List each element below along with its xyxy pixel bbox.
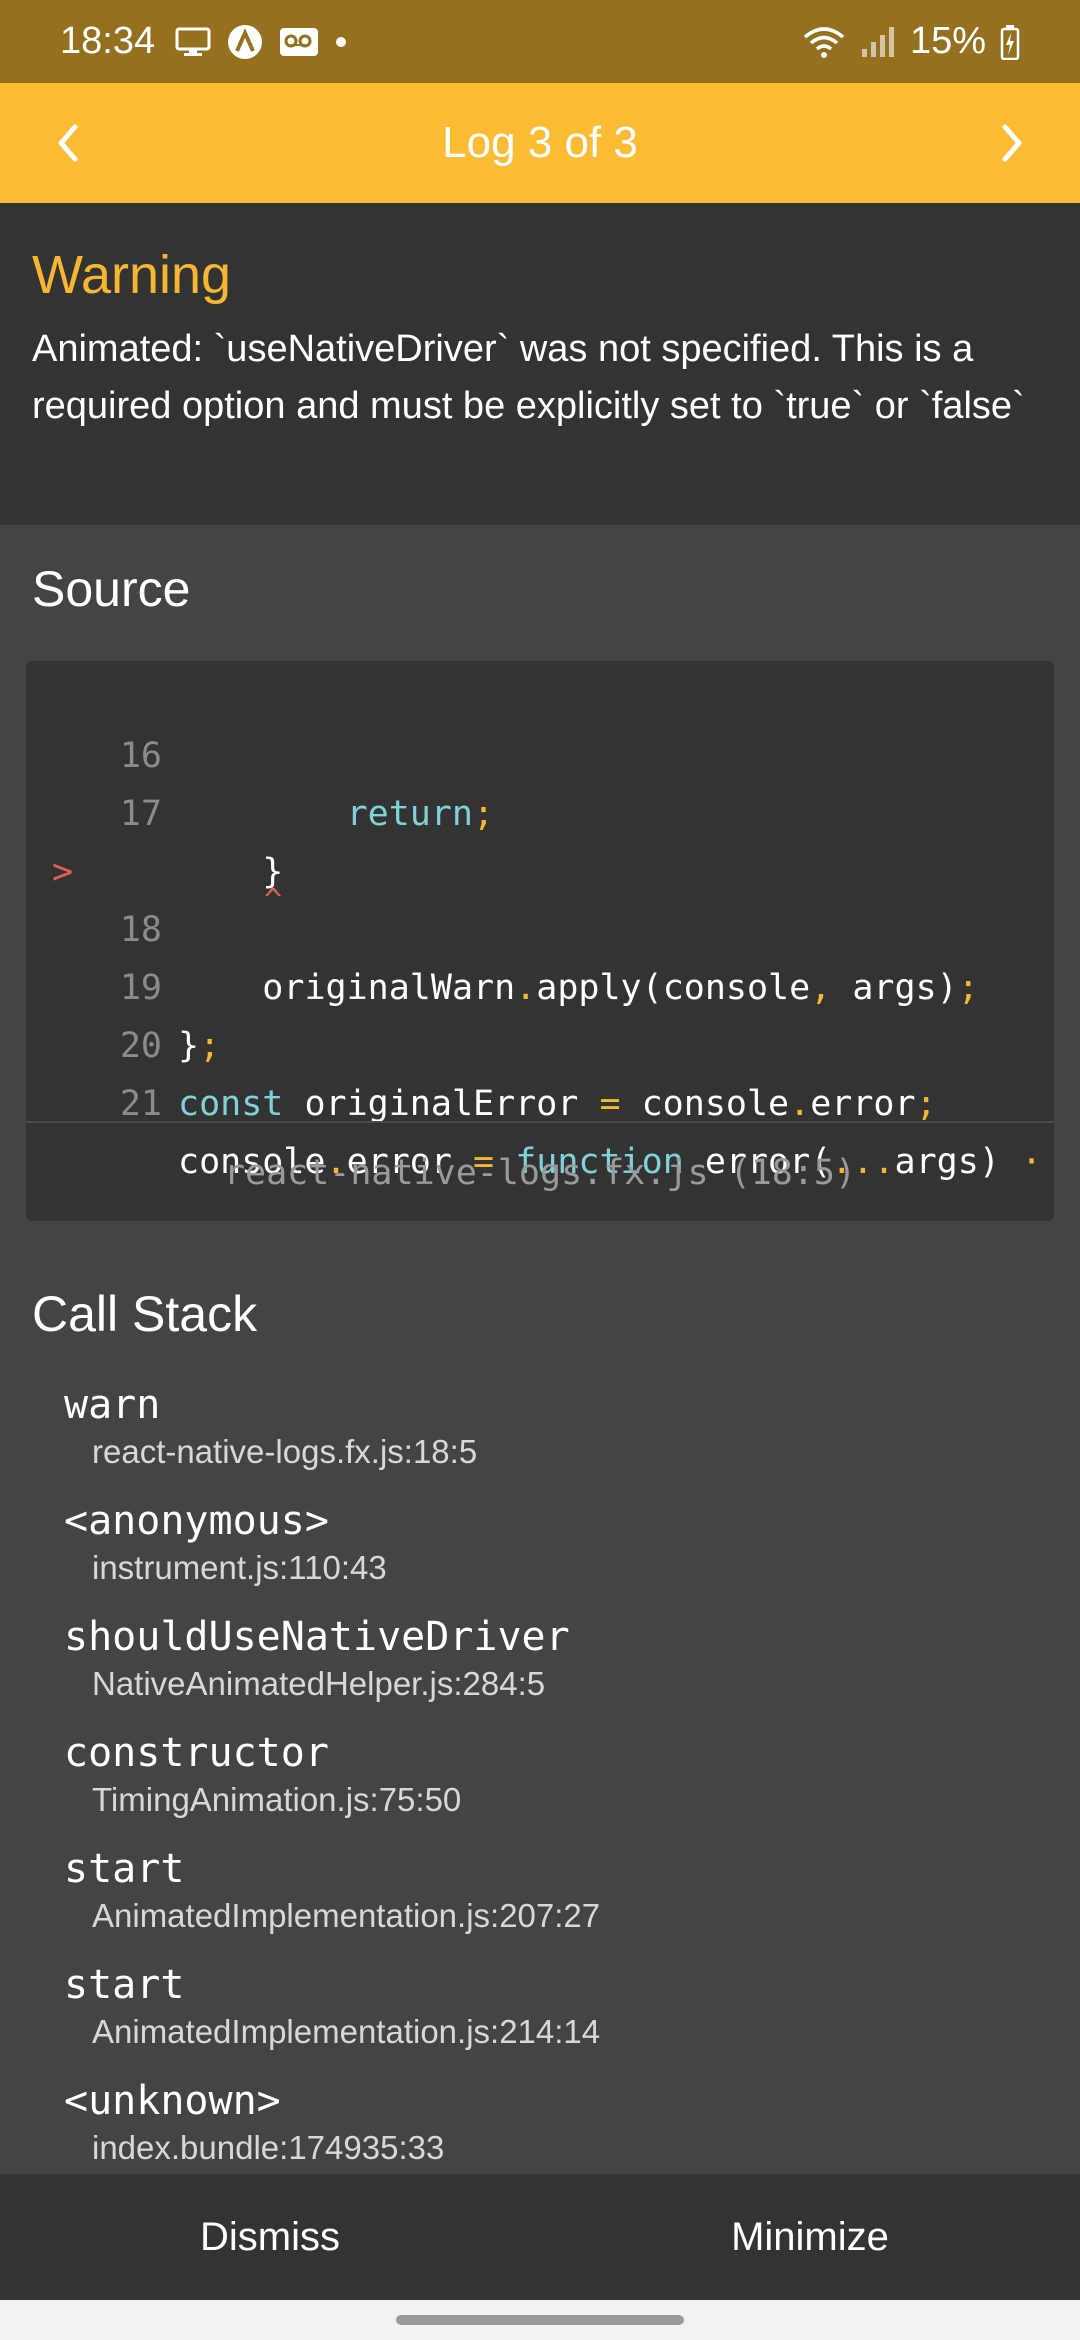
error-caret: ^: [264, 883, 283, 918]
source-file-location: react-native-logs.fx.js (18:5): [26, 1121, 1054, 1221]
call-stack-title: Call Stack: [32, 1286, 258, 1342]
error-line-marker: >: [52, 852, 74, 892]
source-title: Source: [32, 561, 191, 617]
stack-frame[interactable]: start AnimatedImplementation.js:207:27: [64, 1844, 600, 1938]
previous-log-button[interactable]: [8, 83, 128, 203]
warning-panel: Warning Animated: `useNativeDriver` was …: [0, 203, 1080, 525]
signal-icon: [860, 25, 896, 59]
stack-frame-function: <unknown>: [64, 2078, 281, 2124]
stack-frame-location: TimingAnimation.js:75:50: [92, 1781, 462, 1818]
code-line: 17 }: [26, 727, 284, 892]
stack-frame-function: <anonymous>: [64, 1498, 329, 1544]
stack-frame-function: shouldUseNativeDriver: [64, 1614, 570, 1660]
status-bar: 18:34 15%: [0, 0, 1080, 83]
source-code-box[interactable]: 16 return; 17 } > 18 originalWarn.apply(…: [26, 661, 1054, 1221]
next-log-button[interactable]: [952, 83, 1072, 203]
stack-frame-function: start: [64, 1962, 185, 2008]
warning-title: Warning: [32, 245, 232, 305]
stack-frame[interactable]: <unknown> index.bundle:174935:33: [64, 2076, 444, 2170]
status-time: 18:34: [60, 20, 156, 62]
code-line-highlighted: > 18 originalWarn.apply(console, args);: [26, 785, 979, 1008]
chevron-right-icon: [1002, 124, 1022, 162]
stack-frame-location: NativeAnimatedHelper.js:284:5: [92, 1665, 546, 1702]
stack-frame[interactable]: constructor TimingAnimation.js:75:50: [64, 1728, 461, 1822]
stack-frame-location: instrument.js:110:43: [92, 1549, 387, 1586]
wifi-icon: [802, 25, 846, 59]
system-navigation-area: [0, 2300, 1080, 2340]
page-title: Log 3 of 3: [442, 118, 638, 167]
code-text: };: [178, 1026, 221, 1066]
code-line: 20 const originalError = console.error;: [26, 959, 937, 1124]
chevron-left-icon: [58, 124, 78, 162]
code-line: 19 };: [26, 901, 220, 1066]
screen-share-icon: [175, 27, 211, 57]
voicemail-icon: [279, 27, 319, 57]
code-line: 16 return;: [26, 669, 494, 834]
stack-frame-location: index.bundle:174935:33: [92, 2129, 445, 2166]
app-a-icon: [227, 24, 263, 60]
stack-frame-function: start: [64, 1846, 185, 1892]
stack-frame-function: constructor: [64, 1730, 329, 1776]
home-indicator[interactable]: [396, 2315, 684, 2325]
code-lines: 16 return; 17 } > 18 originalWarn.apply(…: [26, 661, 1054, 1182]
status-left-icons: [175, 24, 347, 60]
stack-frame-location: react-native-logs.fx.js:18:5: [92, 1433, 478, 1470]
warning-message: Animated: `useNativeDriver` was not spec…: [32, 328, 1025, 427]
stack-frame-function: warn: [64, 1382, 161, 1428]
stack-frame[interactable]: warn react-native-logs.fx.js:18:5: [64, 1380, 477, 1474]
dot-icon: [335, 36, 347, 48]
stack-frame-location: AnimatedImplementation.js:207:27: [92, 1897, 601, 1934]
stack-frame-location: AnimatedImplementation.js:214:14: [92, 2013, 601, 2050]
code-line: 21 console.error = function error(...arg…: [26, 1017, 1042, 1182]
battery-percent: 15%: [909, 20, 986, 62]
code-text: originalWarn.apply(console, args);: [262, 968, 979, 1008]
code-text: return;: [346, 794, 495, 834]
stack-frame[interactable]: <anonymous> instrument.js:110:43: [64, 1496, 387, 1590]
log-navigation-header: Log 3 of 3: [0, 83, 1080, 203]
minimize-button[interactable]: Minimize: [540, 2174, 1080, 2300]
status-right: 15%: [802, 20, 1020, 63]
dismiss-button[interactable]: Dismiss: [0, 2174, 540, 2300]
stack-frame[interactable]: start AnimatedImplementation.js:214:14: [64, 1960, 600, 2054]
bottom-action-bar: Dismiss Minimize: [0, 2174, 1080, 2300]
stack-frame[interactable]: shouldUseNativeDriver NativeAnimatedHelp…: [64, 1612, 570, 1706]
battery-charging-icon: [1000, 24, 1020, 60]
